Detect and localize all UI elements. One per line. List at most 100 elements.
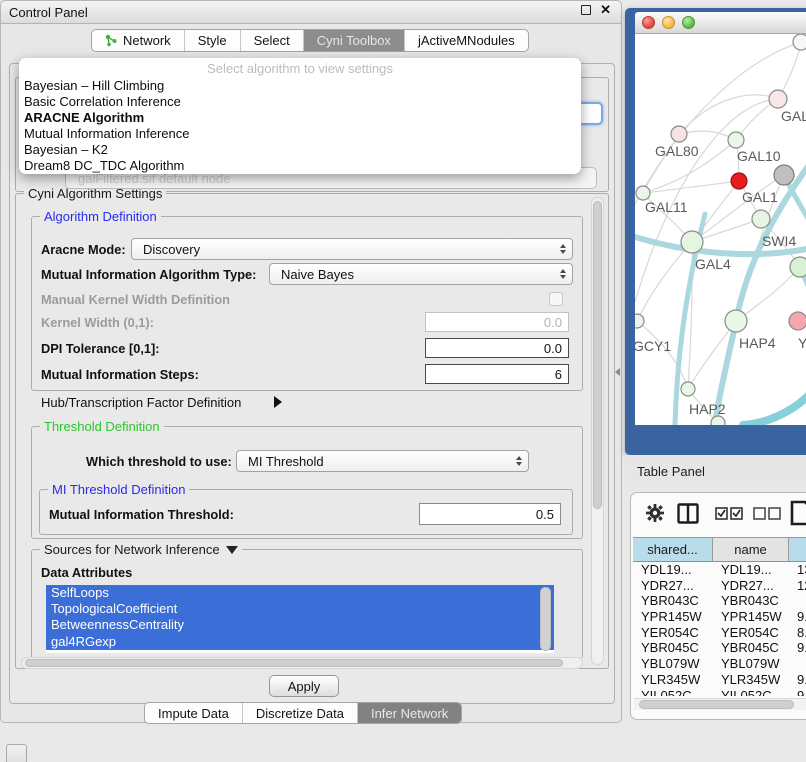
algorithm-dropdown-popup: Select algorithm to view settings Bayesi…: [19, 58, 581, 174]
network-window: GAL GAL80 GAL10 GAL11 GAL1 SWI4 GAL4 GCY…: [625, 8, 806, 455]
mi-type-value: Naive Bayes: [270, 267, 354, 282]
network-node-hap2[interactable]: [681, 382, 695, 396]
attribute-item[interactable]: gal4RGexp: [46, 634, 554, 650]
table-row[interactable]: YDL19... YDL19... 13: [633, 562, 806, 578]
sources-title-wrap: Sources for Network Inference: [40, 542, 242, 557]
network-node-labels: GAL GAL80 GAL10 GAL11 GAL1 SWI4 GAL4 GCY…: [635, 108, 806, 417]
kernel-width-input[interactable]: 0.0: [425, 312, 569, 332]
split-columns-icon[interactable]: [677, 503, 699, 524]
algorithm-option-selected[interactable]: ARACNE Algorithm: [19, 110, 581, 126]
settings-vscroll-thumb[interactable]: [593, 201, 602, 509]
bottom-tabbar: Impute Data Discretize Data Infer Networ…: [144, 702, 462, 724]
table-row[interactable]: YDR27... YDR27... 12: [633, 578, 806, 594]
tab-discretize-data[interactable]: Discretize Data: [242, 703, 357, 723]
control-panel-tabbar: Network Style Select Cyni Toolbox jActiv…: [91, 29, 529, 52]
node-label: GAL11: [645, 199, 688, 215]
network-node[interactable]: [711, 416, 725, 425]
tab-cyni-toolbox[interactable]: Cyni Toolbox: [303, 30, 404, 51]
node-label: GAL4: [695, 256, 731, 272]
table-row[interactable]: YBR045C YBR045C 9.: [633, 640, 806, 656]
table-row[interactable]: YIL052C YIL052C 9: [633, 688, 806, 697]
tab-infer-network[interactable]: Infer Network: [357, 703, 461, 723]
combo-stepper-icon: [516, 456, 522, 466]
network-node-gal11[interactable]: [636, 186, 650, 200]
table-document-icon[interactable]: [789, 499, 806, 527]
table-hscroll-thumb[interactable]: [639, 700, 794, 709]
node-label: GAL1: [742, 189, 778, 205]
settings-hscroll-thumb[interactable]: [25, 659, 563, 667]
column-header-name[interactable]: name: [713, 538, 789, 561]
table-row[interactable]: YPR145W YPR145W 9.: [633, 609, 806, 625]
attributes-vscroll-thumb[interactable]: [540, 587, 551, 651]
mi-threshold-input[interactable]: 0.5: [419, 503, 561, 525]
sources-collapse-icon[interactable]: [226, 546, 238, 554]
algorithm-option[interactable]: Dream8 DC_TDC Algorithm: [19, 158, 581, 174]
apply-button[interactable]: Apply: [269, 675, 339, 697]
table-toolbar: [631, 503, 806, 533]
algorithm-definition-title: Algorithm Definition: [40, 209, 161, 224]
network-node[interactable]: [790, 257, 806, 277]
minimized-panel-icon[interactable]: [6, 744, 27, 762]
attribute-item[interactable]: SelfLoops: [46, 585, 554, 601]
zoom-traffic-light[interactable]: [682, 16, 695, 29]
hub-expand-icon[interactable]: [274, 396, 282, 408]
mi-threshold-definition-title: MI Threshold Definition: [48, 482, 189, 497]
mi-steps-input[interactable]: 6: [425, 364, 569, 384]
tab-style[interactable]: Style: [184, 30, 240, 51]
dpi-tolerance-input[interactable]: 0.0: [425, 338, 569, 358]
network-node-gal10[interactable]: [728, 132, 744, 148]
attribute-item[interactable]: BetweennessCentrality: [46, 617, 554, 633]
network-node-hap4[interactable]: [725, 310, 747, 332]
network-node-gcy1[interactable]: [635, 314, 644, 328]
network-node-gal80[interactable]: [671, 126, 687, 142]
which-threshold-combobox[interactable]: MI Threshold: [236, 450, 529, 472]
minimize-traffic-light[interactable]: [662, 16, 675, 29]
table-body: YDL19... YDL19... 13 YDR27... YDR27... 1…: [633, 562, 806, 696]
column-header-partial[interactable]: A: [789, 538, 806, 561]
network-node-red[interactable]: [731, 173, 747, 189]
dpi-tolerance-value: 0.0: [544, 341, 562, 356]
settings-horizontal-scrollbar[interactable]: [21, 657, 583, 669]
network-node-gray[interactable]: [774, 165, 794, 185]
tab-impute-data[interactable]: Impute Data: [145, 703, 242, 723]
tab-network[interactable]: Network: [92, 30, 184, 51]
algorithm-option[interactable]: Bayesian – K2: [19, 142, 581, 158]
algorithm-option[interactable]: Basic Correlation Inference: [19, 94, 581, 110]
algorithm-option[interactable]: Bayesian – Hill Climbing: [19, 78, 581, 94]
column-header-shared-name[interactable]: shared...: [633, 538, 713, 561]
float-window-icon[interactable]: [581, 5, 591, 15]
data-attributes-label: Data Attributes: [41, 565, 132, 580]
manual-kernel-width-checkbox[interactable]: [549, 292, 563, 306]
aracne-mode-value: Discovery: [132, 242, 200, 257]
network-canvas[interactable]: GAL GAL80 GAL10 GAL11 GAL1 SWI4 GAL4 GCY…: [635, 34, 806, 425]
mi-steps-value: 6: [555, 367, 562, 382]
table-row[interactable]: YBR043C YBR043C: [633, 593, 806, 609]
table-panel: shared... name A YDL19... YDL19... 13 YD…: [630, 492, 806, 720]
tab-jactivemnodules[interactable]: jActiveMNodules: [404, 30, 528, 51]
panel-divider-grip[interactable]: [615, 368, 620, 376]
checked-checkboxes-icon[interactable]: [715, 507, 743, 520]
network-node-salmon[interactable]: [789, 312, 806, 330]
sources-title: Sources for Network Inference: [44, 542, 220, 557]
close-traffic-light[interactable]: [642, 16, 655, 29]
settings-vertical-scrollbar[interactable]: [591, 197, 604, 665]
table-row[interactable]: YBL079W YBL079W: [633, 656, 806, 672]
table-horizontal-scrollbar[interactable]: [634, 698, 806, 710]
table-row[interactable]: YER054C YER054C 8.: [633, 625, 806, 641]
unchecked-checkboxes-icon[interactable]: [753, 507, 781, 520]
mi-type-combobox[interactable]: Naive Bayes: [269, 263, 573, 285]
tab-select[interactable]: Select: [240, 30, 303, 51]
aracne-mode-combobox[interactable]: Discovery: [131, 238, 573, 260]
attribute-item[interactable]: TopologicalCoefficient: [46, 601, 554, 617]
network-node[interactable]: [793, 34, 806, 50]
network-node-gal1[interactable]: [752, 210, 770, 228]
network-node-gal4[interactable]: [681, 231, 703, 253]
kernel-width-label: Kernel Width (0,1):: [41, 315, 154, 330]
close-icon[interactable]: ✕: [600, 5, 611, 15]
network-node-gal[interactable]: [769, 90, 787, 108]
control-panel-titlebar: Control Panel ✕: [1, 1, 621, 24]
combo-stepper-icon: [560, 269, 566, 279]
gear-icon[interactable]: [645, 503, 665, 523]
table-row[interactable]: YLR345W YLR345W 9.: [633, 672, 806, 688]
algorithm-option[interactable]: Mutual Information Inference: [19, 126, 581, 142]
